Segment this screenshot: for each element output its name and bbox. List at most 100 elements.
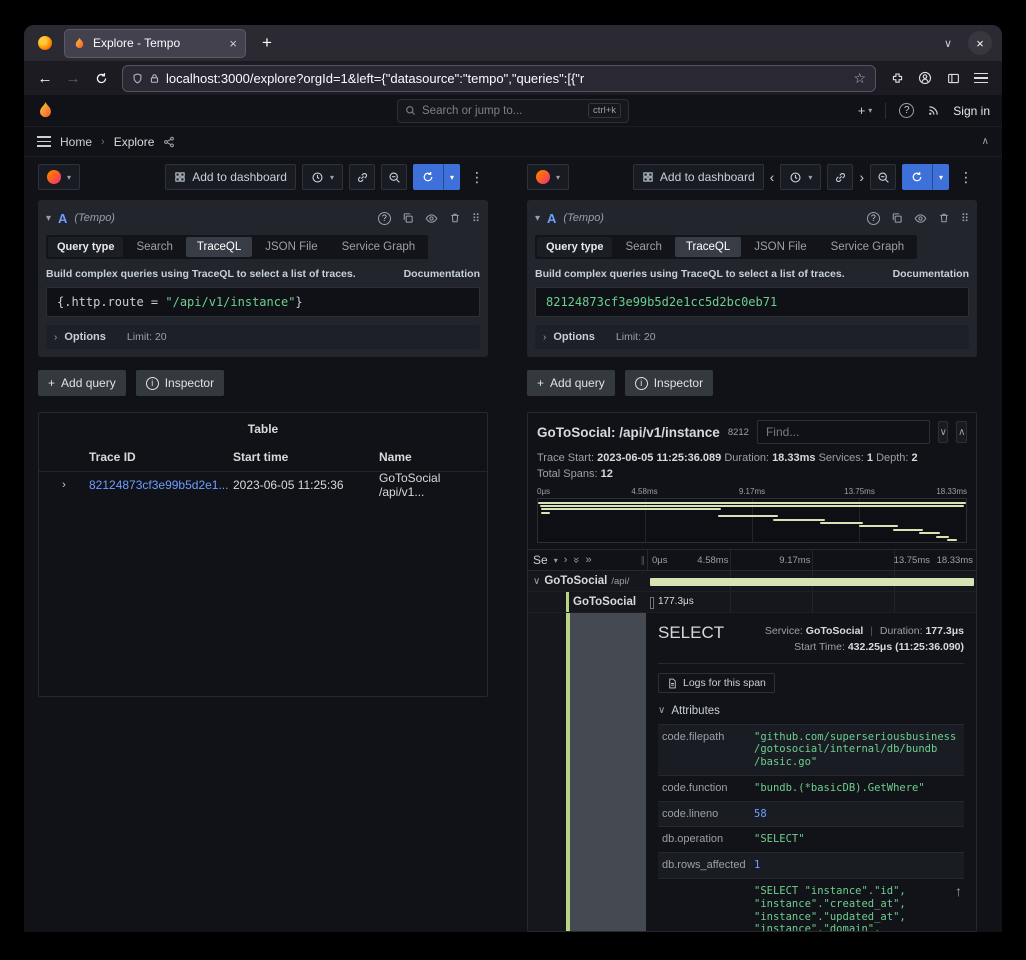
sync-icon[interactable] (902, 164, 932, 190)
collapse-query-icon[interactable]: ▾ (46, 213, 51, 224)
tab-service-graph[interactable]: Service Graph (820, 237, 916, 257)
attributes-accordion[interactable]: ∨ Attributes (658, 705, 964, 717)
time-shift-forward-button[interactable]: › (859, 169, 864, 185)
datasource-picker[interactable]: ▾ (527, 164, 569, 190)
datasource-picker[interactable]: ▾ (38, 164, 80, 190)
tab-json-file[interactable]: JSON File (743, 237, 817, 257)
search-input[interactable]: Search or jump to... ctrl+k (397, 99, 629, 123)
shield-icon[interactable] (132, 73, 143, 84)
tab-traceql[interactable]: TraceQL (186, 237, 252, 257)
collapse-toolbar-icon[interactable]: ∧ (982, 136, 989, 147)
span-bar[interactable] (650, 578, 974, 586)
add-to-dashboard-button[interactable]: Add to dashboard (633, 164, 764, 190)
hide-response-eye-icon[interactable] (914, 212, 927, 225)
news-rss-icon[interactable] (927, 104, 940, 117)
documentation-link[interactable]: Documentation (404, 268, 480, 280)
query-help-icon[interactable]: ? (378, 212, 391, 225)
duplicate-icon[interactable] (402, 212, 414, 224)
duplicate-icon[interactable] (891, 212, 903, 224)
time-picker-button[interactable]: ▾ (302, 164, 343, 190)
remove-query-trash-icon[interactable] (938, 212, 950, 224)
minimap-graph[interactable] (537, 498, 967, 543)
breadcrumb-explore[interactable]: Explore (114, 135, 155, 149)
tab-search[interactable]: Search (614, 237, 672, 257)
run-query-button[interactable]: ▾ (902, 164, 949, 190)
list-tabs-icon[interactable]: ∨ (944, 37, 952, 50)
options-collapse[interactable]: › Options Limit: 20 (535, 325, 969, 349)
service-operation-header[interactable]: Se ▾ › » » ∥ (528, 550, 648, 570)
inspector-button[interactable]: iInspector (136, 370, 224, 396)
bookmark-star-icon[interactable]: ☆ (853, 70, 866, 87)
table-panel-title[interactable]: Table (39, 413, 487, 436)
browser-tab[interactable]: Explore - Tempo × (64, 29, 246, 58)
more-icon[interactable]: ⋮ (955, 169, 977, 186)
help-icon[interactable]: ? (899, 103, 914, 118)
logs-for-span-button[interactable]: Logs for this span (658, 673, 775, 693)
documentation-link[interactable]: Documentation (893, 268, 969, 280)
forward-button[interactable]: → (60, 65, 86, 91)
span-row-child-selected[interactable]: GoToSocial 177.3μs (528, 592, 976, 613)
url-bar[interactable]: localhost:3000/explore?orgId=1&left={"da… (122, 65, 876, 92)
share-icon[interactable] (163, 136, 175, 148)
find-next-button[interactable]: ∨ (938, 421, 949, 443)
tab-search[interactable]: Search (125, 237, 183, 257)
tab-json-file[interactable]: JSON File (254, 237, 328, 257)
expand-one-icon[interactable]: › (564, 554, 568, 566)
sidebar-icon[interactable] (940, 65, 966, 91)
expand-all-icon[interactable]: » (586, 554, 592, 566)
run-query-caret[interactable]: ▾ (932, 164, 949, 190)
back-button[interactable]: ← (32, 65, 58, 91)
zoom-out-button[interactable] (870, 164, 896, 190)
time-shift-back-button[interactable]: ‹ (770, 169, 775, 185)
trace-id-link[interactable]: 82124873cf3e99b5d2e1... (89, 478, 233, 492)
inspector-button[interactable]: iInspector (625, 370, 713, 396)
add-query-button[interactable]: +Add query (527, 370, 615, 396)
run-query-caret[interactable]: ▾ (443, 164, 460, 190)
span-bar-selected[interactable] (650, 597, 654, 609)
sign-in-button[interactable]: Sign in (953, 104, 990, 118)
collapse-query-icon[interactable]: ▾ (535, 213, 540, 224)
breadcrumb-home[interactable]: Home (60, 135, 92, 149)
lock-icon[interactable] (149, 73, 160, 84)
options-collapse[interactable]: › Options Limit: 20 (46, 325, 480, 349)
link-split-button[interactable] (349, 164, 375, 190)
remove-query-trash-icon[interactable] (449, 212, 461, 224)
col-trace-id[interactable]: Trace ID (89, 450, 233, 464)
mega-menu-icon[interactable] (37, 136, 51, 147)
sync-icon[interactable] (413, 164, 443, 190)
run-query-button[interactable]: ▾ (413, 164, 460, 190)
time-picker-button[interactable]: ▾ (780, 164, 821, 190)
collapse-all-icon[interactable]: » (570, 557, 582, 563)
collapse-span-icon[interactable]: ∨ (533, 576, 540, 587)
firefox-view-icon[interactable] (34, 32, 56, 54)
scroll-to-top-icon[interactable]: ↑ (955, 883, 962, 899)
new-tab-button[interactable]: + (254, 33, 280, 53)
tab-traceql[interactable]: TraceQL (675, 237, 741, 257)
more-icon[interactable]: ⋮ (466, 169, 488, 186)
table-row[interactable]: › 82124873cf3e99b5d2e1... 2023-06-05 11:… (39, 472, 487, 498)
find-input[interactable] (757, 420, 930, 444)
new-button[interactable]: + ▾ (858, 103, 873, 118)
grafana-logo-icon[interactable] (36, 101, 55, 120)
link-split-button[interactable] (827, 164, 853, 190)
tab-service-graph[interactable]: Service Graph (331, 237, 427, 257)
traceql-code-editor[interactable]: {.http.route = "/api/v1/instance"} (46, 287, 480, 317)
trace-minimap[interactable]: 0μs 4.58ms 9.17ms 13.75ms 18.33ms (537, 487, 967, 543)
expand-row-icon[interactable]: › (39, 479, 89, 491)
tab-close-icon[interactable]: × (229, 36, 237, 51)
account-icon[interactable] (912, 65, 938, 91)
traceql-code-editor[interactable]: 82124873cf3e99b5d2e1cc5d2bc0eb71 (535, 287, 969, 317)
window-close-button[interactable]: × (968, 31, 992, 55)
drag-handle-icon[interactable]: ⠿ (961, 212, 969, 225)
menu-icon[interactable] (968, 65, 994, 91)
span-row-root[interactable]: ∨ GoToSocial /api/ (528, 571, 976, 592)
query-help-icon[interactable]: ? (867, 212, 880, 225)
reload-button[interactable] (88, 65, 114, 91)
col-start-time[interactable]: Start time (233, 450, 379, 464)
drag-handle-icon[interactable]: ⠿ (472, 212, 480, 225)
hide-response-eye-icon[interactable] (425, 212, 438, 225)
find-prev-button[interactable]: ∧ (956, 421, 967, 443)
column-resizer[interactable]: ∥ (641, 555, 646, 566)
col-name[interactable]: Name (379, 450, 487, 464)
zoom-out-button[interactable] (381, 164, 407, 190)
